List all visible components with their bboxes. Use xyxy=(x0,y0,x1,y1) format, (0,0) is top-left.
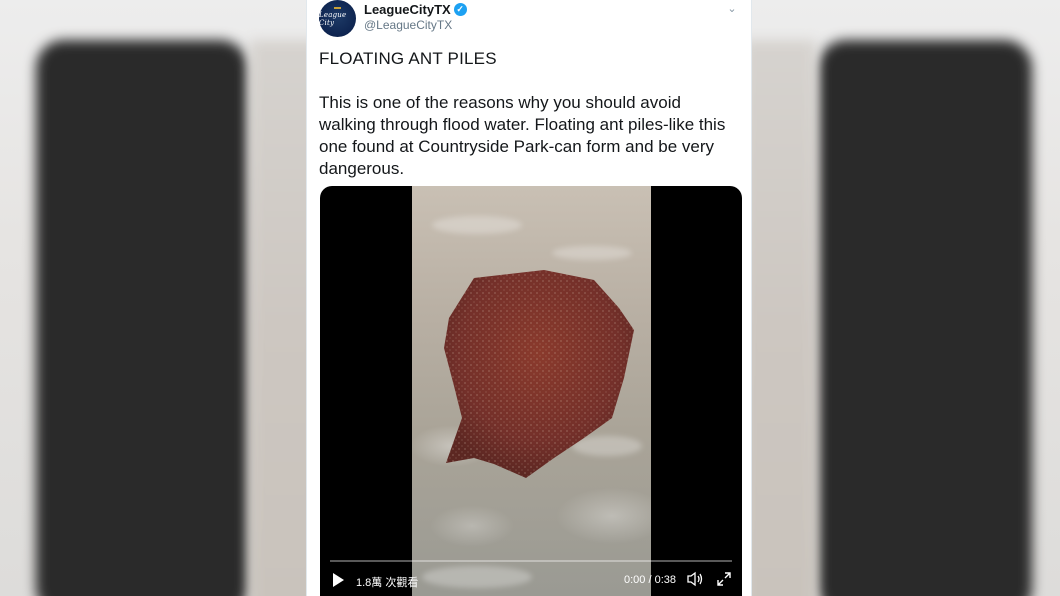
volume-icon[interactable] xyxy=(686,571,704,587)
play-icon[interactable] xyxy=(333,573,344,587)
tweet-header: League City LeagueCityTX ✓ @LeagueCityTX… xyxy=(319,0,739,40)
avatar[interactable]: League City xyxy=(319,0,356,37)
video-controls: 1.8萬 次觀看 0:00 / 0:38 xyxy=(320,566,742,596)
user-handle[interactable]: @LeagueCityTX xyxy=(364,18,452,32)
video-progress-bar[interactable] xyxy=(330,560,732,562)
video-frame[interactable] xyxy=(412,186,651,596)
video-player[interactable]: 1.8萬 次觀看 0:00 / 0:38 xyxy=(320,186,742,596)
crown-icon xyxy=(334,7,341,13)
tweet-text: This is one of the reasons why you shoul… xyxy=(319,93,726,178)
video-time: 0:00 / 0:38 xyxy=(624,574,676,586)
display-name-text[interactable]: LeagueCityTX xyxy=(364,2,451,17)
tweet-title: FLOATING ANT PILES xyxy=(319,49,497,68)
ant-pile-image xyxy=(444,270,634,478)
tweet-card: League City LeagueCityTX ✓ @LeagueCityTX… xyxy=(306,0,752,596)
display-name[interactable]: LeagueCityTX ✓ xyxy=(364,2,467,17)
background-blur-right xyxy=(752,0,1060,596)
fullscreen-icon[interactable] xyxy=(716,571,732,587)
verified-badge-icon: ✓ xyxy=(453,3,467,16)
view-count: 1.8萬 次觀看 xyxy=(356,577,419,589)
chevron-down-icon[interactable]: ⌄ xyxy=(725,2,739,16)
background-blur-left xyxy=(0,0,306,596)
